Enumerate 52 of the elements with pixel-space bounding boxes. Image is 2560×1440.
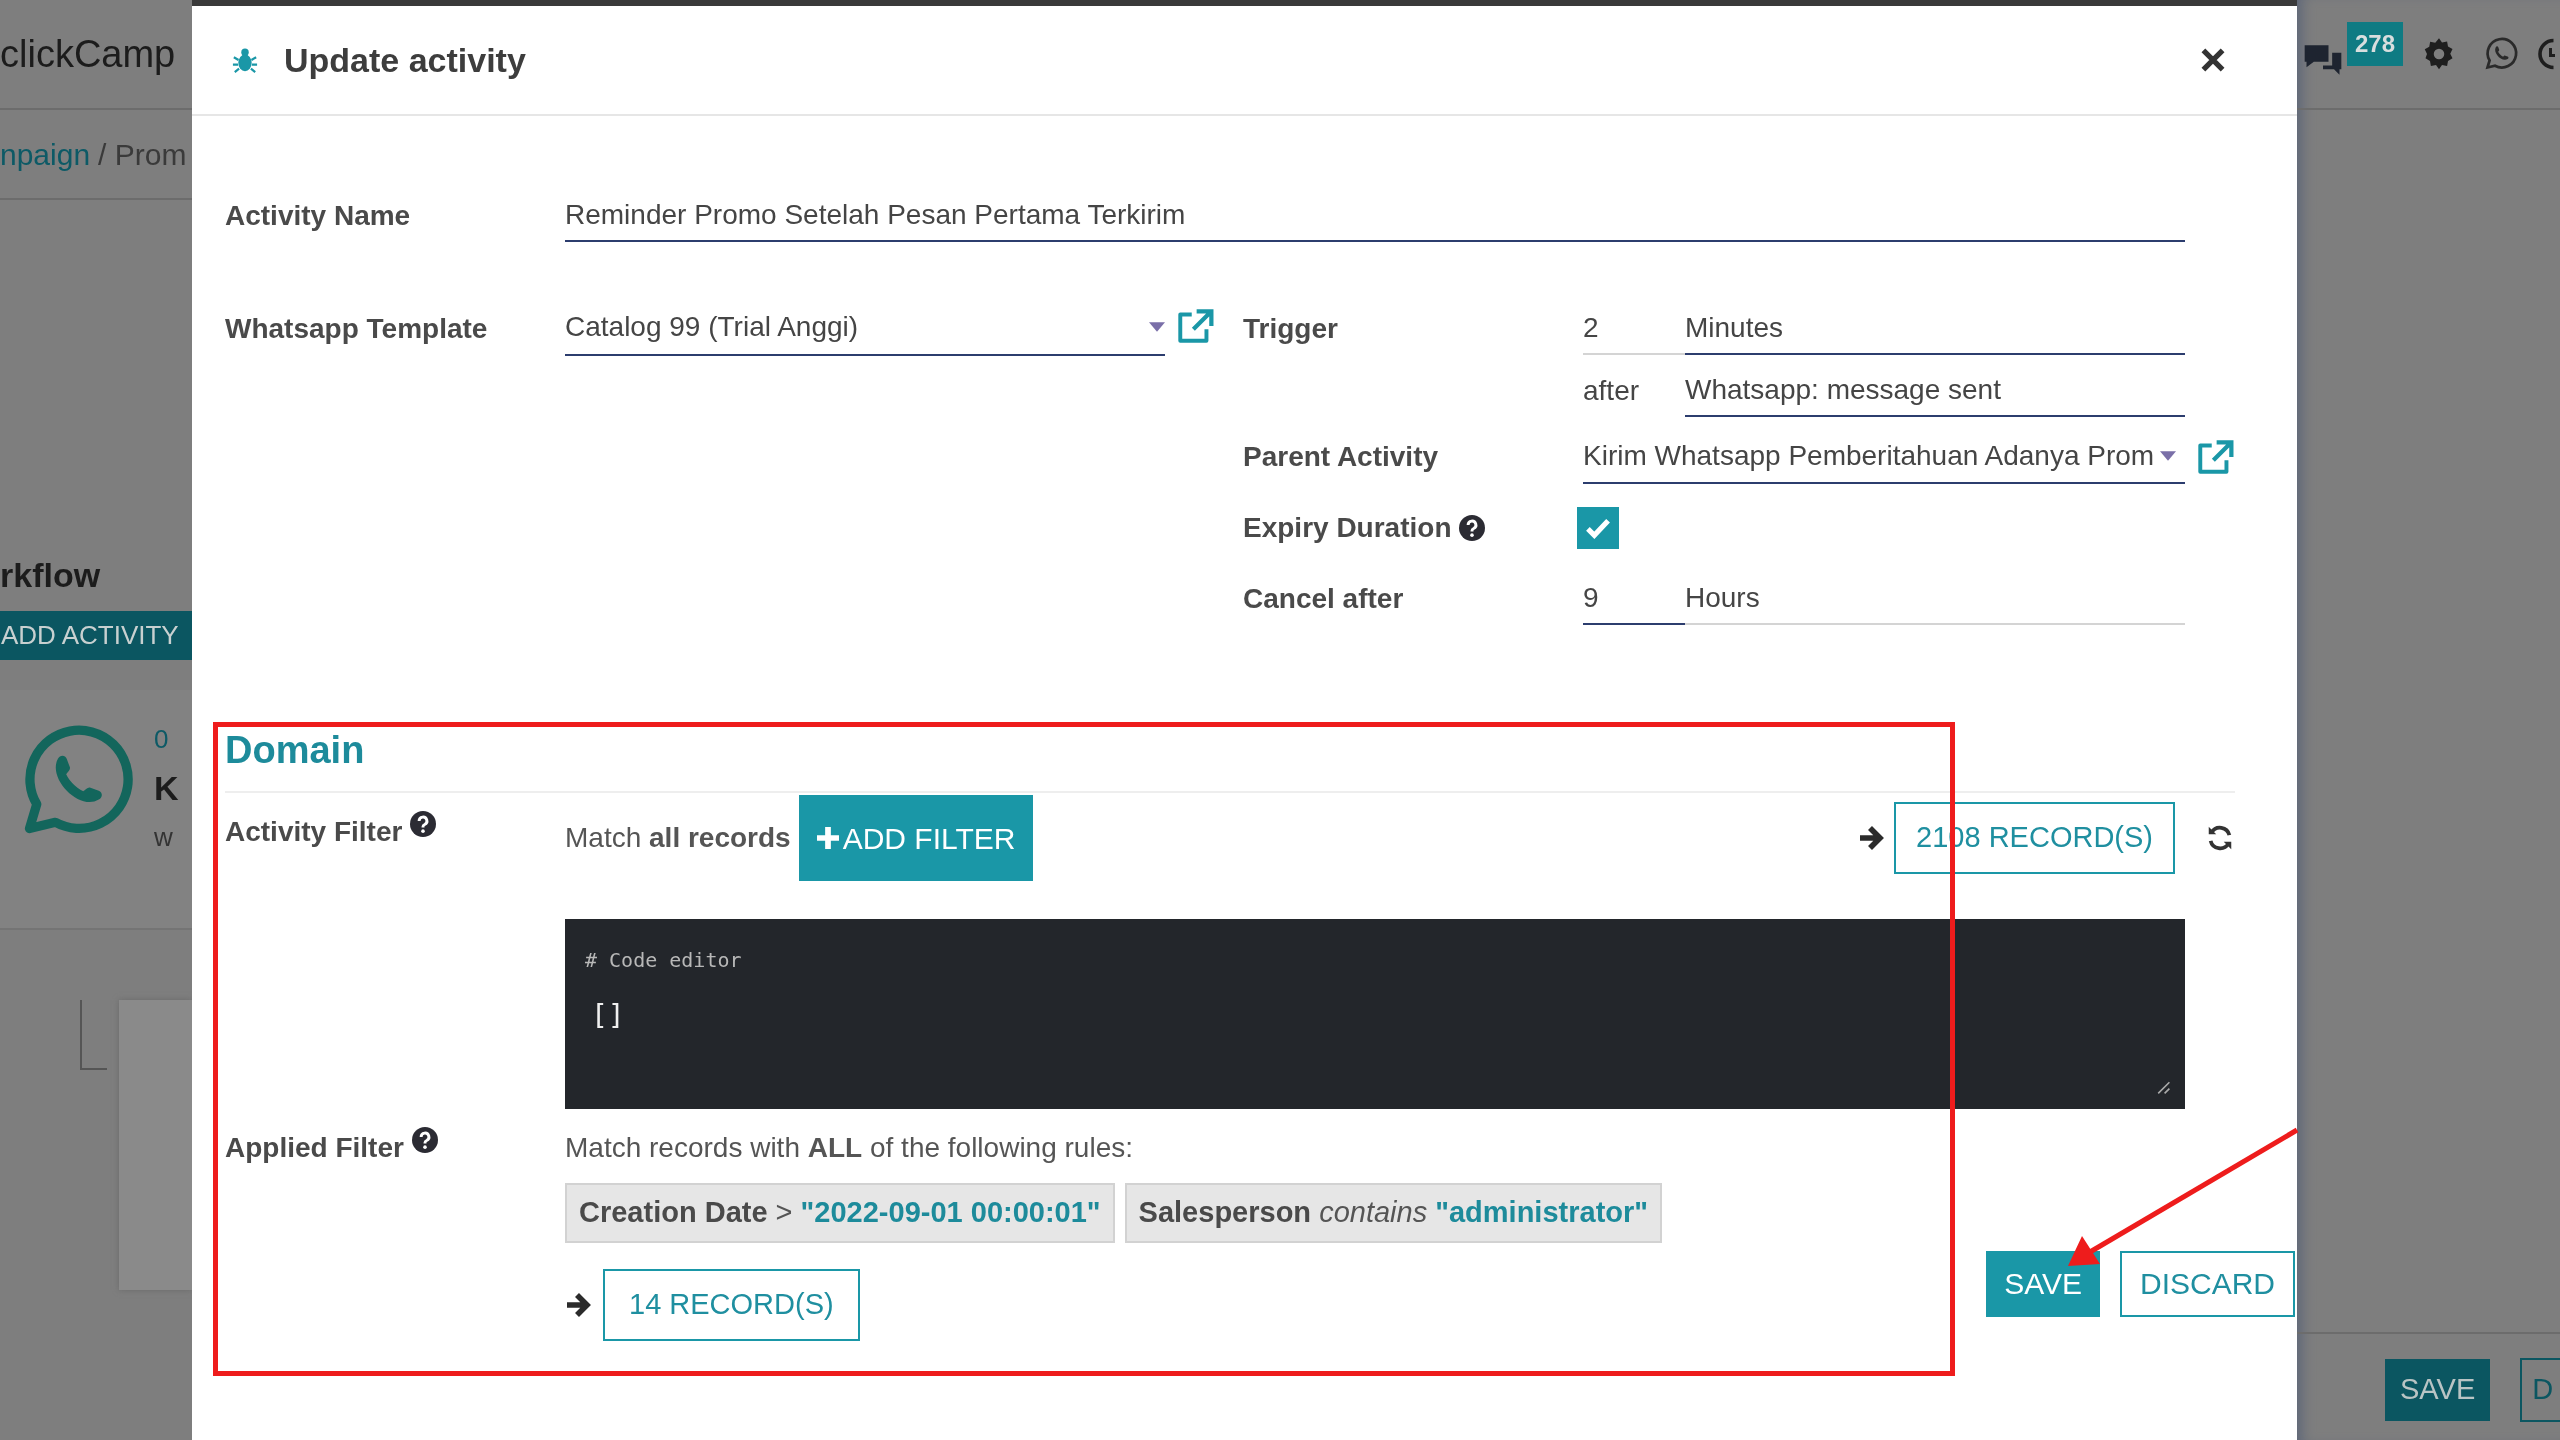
- help-icon[interactable]: [411, 1127, 438, 1153]
- code-text: []: [591, 998, 625, 1034]
- external-link-icon[interactable]: [1175, 308, 1215, 344]
- close-icon[interactable]: [2201, 48, 2225, 72]
- connector-line: [80, 1000, 108, 1070]
- field-label: Whatsapp Template: [225, 312, 489, 346]
- section-title: Domain: [225, 728, 366, 773]
- field-label: Trigger: [1243, 312, 1339, 346]
- select-field[interactable]: Whatsapp: message sent: [1685, 365, 2185, 417]
- text-input[interactable]: Reminder Promo Setelah Pesan Pertama Terkirim: [565, 190, 2185, 242]
- clock-icon[interactable]: [2535, 36, 2557, 72]
- bug-icon: [232, 46, 258, 74]
- checkbox[interactable]: [1577, 507, 1619, 549]
- select-field[interactable]: Kirim Whatsapp Pemberitahuan Adanya Prom: [1583, 430, 2185, 484]
- number-input[interactable]: 2: [1583, 303, 1685, 355]
- caret-icon: [2160, 451, 2177, 461]
- checkmark-icon: [1585, 517, 1611, 539]
- resize-grip-icon[interactable]: [2155, 1079, 2171, 1095]
- field-label: Applied Filter: [225, 1131, 404, 1165]
- code-comment: # Code editor: [585, 947, 742, 974]
- add-activity-button[interactable]: ADD ACTIVITY: [0, 611, 192, 660]
- help-icon[interactable]: [1459, 515, 1486, 541]
- field-label: Activity Filter: [225, 815, 403, 849]
- chat-bubble-phone-icon[interactable]: [2483, 36, 2519, 72]
- external-link-icon[interactable]: [2195, 439, 2235, 475]
- discard-button[interactable]: DISCARD: [2120, 1250, 2295, 1317]
- plus-icon: [816, 827, 839, 849]
- notification-badge: 278: [2347, 22, 2404, 66]
- filter-description: Match records with ALL of the following rules:: [565, 1131, 1134, 1165]
- select-field[interactable]: Minutes: [1685, 303, 2185, 355]
- field-label: Activity Name: [225, 199, 412, 233]
- filter-description: Match all records: [565, 821, 791, 855]
- help-icon[interactable]: [410, 811, 437, 837]
- field-label: Expiry Duration: [1243, 511, 1452, 545]
- breadcrumb-item: / Prom: [98, 136, 187, 173]
- app-title: clickCamp: [0, 31, 176, 77]
- number-input[interactable]: 9: [1583, 573, 1685, 625]
- section-heading: rkflow: [0, 555, 102, 596]
- field-label: Parent Activity: [1243, 440, 1440, 474]
- card-text: K: [154, 768, 179, 809]
- caret-icon: [1149, 322, 1165, 332]
- select-field[interactable]: Hours: [1685, 573, 2185, 625]
- card-text: 0: [154, 723, 170, 756]
- after-label: after: [1583, 374, 1641, 408]
- save-button[interactable]: SAVE: [2385, 1359, 2491, 1421]
- arrow-right-icon: [565, 1291, 593, 1318]
- field-label: Cancel after: [1243, 582, 1405, 616]
- record-count-button[interactable]: 14 RECORD(S): [603, 1268, 860, 1341]
- dialog-title: Update activity: [284, 39, 526, 81]
- select-field[interactable]: Catalog 99 (Trial Anggi): [565, 300, 1165, 356]
- code-editor[interactable]: # Code editor []: [565, 919, 2185, 1109]
- card-text: w: [154, 821, 174, 854]
